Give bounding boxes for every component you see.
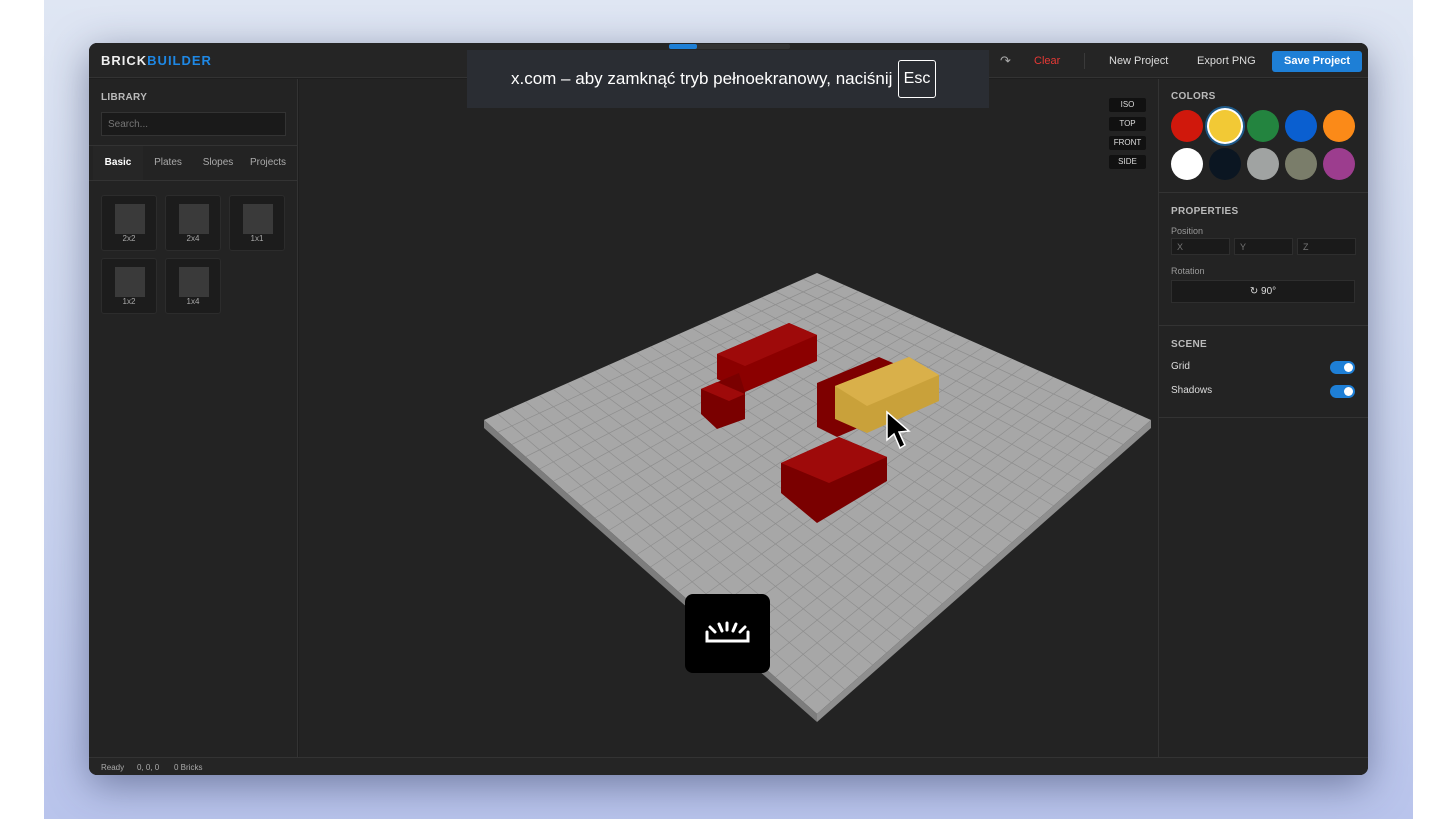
color-swatch[interactable] [1247, 148, 1279, 180]
properties-title: PROPERTIES [1171, 206, 1239, 217]
status-brick-count: 0 Bricks [174, 763, 203, 772]
redo-icon[interactable]: ↷ [990, 51, 1021, 71]
screen-border-right [1413, 0, 1456, 819]
part-1x1[interactable]: 1x1 [229, 195, 285, 251]
export-png-button[interactable]: Export PNG [1187, 51, 1266, 71]
library-panel: LIBRARY Basic Plates Slopes Projects 2x2… [89, 79, 298, 757]
part-thumbnail [179, 267, 209, 297]
position-label: Position [1171, 226, 1204, 236]
part-label: 1x4 [186, 297, 200, 306]
color-swatch[interactable] [1323, 148, 1355, 180]
colors-title: COLORS [1171, 91, 1216, 102]
fullscreen-notice-text: x.com – aby zamknąć tryb pełnoekranowy, … [511, 69, 893, 88]
part-2x4[interactable]: 2x4 [165, 195, 221, 251]
position-z-input[interactable] [1297, 238, 1356, 255]
color-swatch[interactable] [1209, 110, 1241, 142]
status-coords: 0, 0, 0 [137, 763, 160, 772]
position-y-input[interactable] [1234, 238, 1293, 255]
part-thumbnail [179, 204, 209, 234]
view-top-button[interactable]: TOP [1109, 117, 1146, 131]
part-label: 2x2 [122, 234, 136, 243]
part-2x2[interactable]: 2x2 [101, 195, 157, 251]
part-label: 2x4 [186, 234, 200, 243]
app-logo: BRICKBUILDER [101, 53, 212, 68]
keyboard-light-icon [685, 594, 770, 673]
tab-plates[interactable]: Plates [143, 146, 193, 180]
color-swatch[interactable] [1209, 148, 1241, 180]
part-thumbnail [243, 204, 273, 234]
color-swatch[interactable] [1247, 110, 1279, 142]
color-swatch[interactable] [1171, 148, 1203, 180]
status-bar: Ready 0, 0, 0 0 Bricks [89, 757, 1368, 775]
part-label: 1x2 [122, 297, 136, 306]
scene-title: SCENE [1171, 339, 1207, 350]
part-thumbnail [115, 267, 145, 297]
browser-tab-indicator [669, 44, 790, 49]
tab-projects[interactable]: Projects [243, 146, 293, 180]
shadows-label: Shadows [1171, 385, 1213, 396]
position-x-input[interactable] [1171, 238, 1230, 255]
shadows-toggle[interactable] [1330, 385, 1355, 398]
toolbar-divider [1084, 53, 1085, 69]
library-tabs: Basic Plates Slopes Projects [89, 145, 298, 181]
save-project-button[interactable]: Save Project [1272, 51, 1363, 72]
search-input[interactable] [101, 112, 286, 136]
grid-label: Grid [1171, 361, 1190, 372]
view-side-button[interactable]: SIDE [1109, 155, 1146, 169]
clear-button[interactable]: Clear [1024, 51, 1070, 71]
logo-builder: BUILDER [147, 53, 212, 68]
grid-toggle[interactable] [1330, 361, 1355, 374]
colors-section: COLORS [1159, 79, 1368, 193]
rotation-label: Rotation [1171, 266, 1205, 276]
view-iso-button[interactable]: ISO [1109, 98, 1146, 112]
color-swatch[interactable] [1323, 110, 1355, 142]
library-title: LIBRARY [101, 92, 148, 103]
color-swatch[interactable] [1285, 110, 1317, 142]
tab-basic[interactable]: Basic [93, 146, 143, 180]
view-front-button[interactable]: FRONT [1109, 136, 1146, 150]
new-project-button[interactable]: New Project [1099, 51, 1178, 71]
part-1x4[interactable]: 1x4 [165, 258, 221, 314]
color-swatch[interactable] [1285, 148, 1317, 180]
properties-section: PROPERTIES Position Rotation ↻ 90° [1159, 193, 1368, 326]
logo-brick: BRICK [101, 53, 148, 68]
right-panel: COLORS PROPERTIES Position Rotation ↻ 90… [1158, 79, 1368, 757]
scene-section: SCENE Grid Shadows [1159, 326, 1368, 418]
part-label: 1x1 [250, 234, 264, 243]
rotate-button[interactable]: ↻ 90° [1171, 280, 1355, 303]
part-thumbnail [115, 204, 145, 234]
screen-border-left [0, 0, 44, 819]
tab-slopes[interactable]: Slopes [193, 146, 243, 180]
esc-key-badge: Esc [898, 60, 936, 98]
part-1x2[interactable]: 1x2 [101, 258, 157, 314]
color-swatch[interactable] [1171, 110, 1203, 142]
fullscreen-notice: x.com – aby zamknąć tryb pełnoekranowy, … [467, 50, 989, 108]
status-state: Ready [101, 763, 125, 772]
